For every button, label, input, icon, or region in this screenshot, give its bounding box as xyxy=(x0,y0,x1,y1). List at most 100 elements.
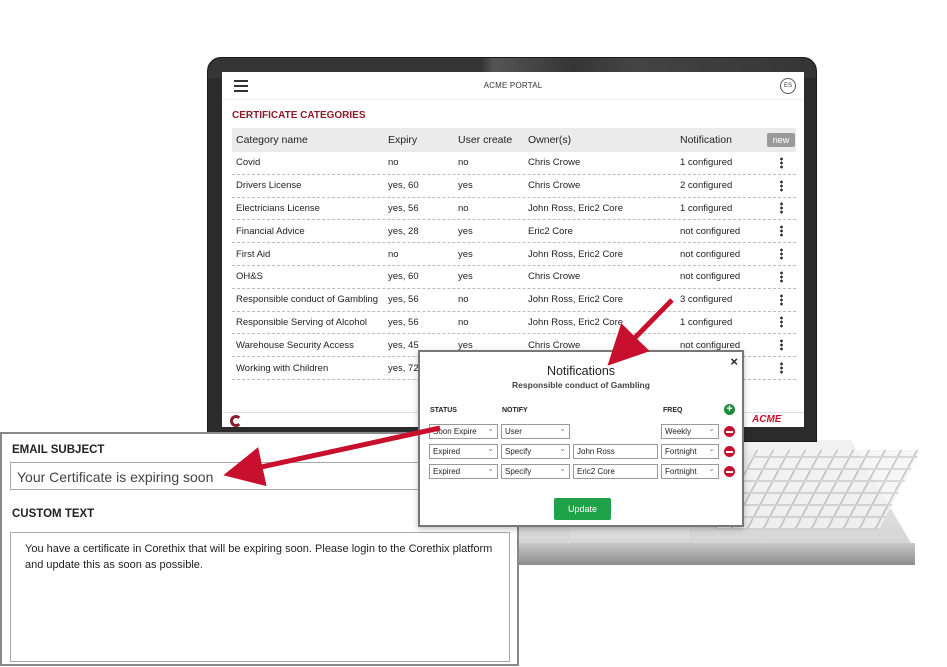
cell-category-name: Covid xyxy=(236,157,261,169)
cell-owners: John Ross, Eric2 Core xyxy=(528,202,624,214)
freq-select[interactable]: Weekly xyxy=(661,424,719,439)
cell-owners: Chris Crowe xyxy=(528,157,581,169)
table-row[interactable]: First Aid no yes John Ross, Eric2 Core not c… xyxy=(232,243,796,266)
person-input[interactable]: John Ross xyxy=(573,444,658,459)
header-status: STATUS xyxy=(430,407,457,414)
cell-notification: not configured xyxy=(680,248,741,260)
more-options-icon[interactable] xyxy=(779,270,783,283)
add-notification-icon[interactable]: + xyxy=(724,404,735,415)
freq-select[interactable]: Fortnight xyxy=(661,444,719,459)
cell-category-name: Electricians License xyxy=(236,202,320,214)
cell-category-name: Warehouse Security Access xyxy=(236,339,354,351)
more-options-icon[interactable] xyxy=(779,225,783,238)
notify-select[interactable]: User xyxy=(501,424,570,439)
cell-user-create: no xyxy=(458,202,469,214)
more-options-icon[interactable] xyxy=(779,316,783,329)
cell-category-name: OH&S xyxy=(236,271,263,283)
more-options-icon[interactable] xyxy=(779,156,783,169)
custom-text-textarea[interactable]: You have a certificate in Corethix that … xyxy=(10,532,510,662)
cell-user-create: no xyxy=(458,316,469,328)
composite-illustration: ACME PORTAL ES CERTIFICATE CATEGORIES Ca… xyxy=(0,0,947,667)
remove-notification-icon[interactable] xyxy=(724,466,735,477)
more-options-icon[interactable] xyxy=(779,248,783,261)
cell-owners: John Ross, Eric2 Core xyxy=(528,248,624,260)
notify-select[interactable]: Specify xyxy=(501,444,570,459)
cell-owners: Chris Crowe xyxy=(528,271,581,283)
remove-notification-icon[interactable] xyxy=(724,446,735,457)
cell-notification: 1 configured xyxy=(680,316,733,328)
header-freq: FREQ xyxy=(663,407,683,414)
cell-expiry: yes, 56 xyxy=(388,316,419,328)
person-input[interactable]: Eric2 Core xyxy=(573,464,658,479)
status-select[interactable]: Expired xyxy=(429,444,498,459)
header-notify: NOTIFY xyxy=(502,407,528,414)
header-notification[interactable]: Notification xyxy=(676,134,766,146)
cell-category-name: Working with Children xyxy=(236,362,329,374)
table-row[interactable]: Responsible Serving of Alcohol yes, 56 no J… xyxy=(232,312,796,335)
cell-user-create: yes xyxy=(458,248,473,260)
cell-expiry: no xyxy=(388,248,399,260)
cell-notification: 2 configured xyxy=(680,180,733,192)
cell-expiry: yes, 56 xyxy=(388,294,419,306)
user-avatar[interactable]: ES xyxy=(780,78,796,94)
cell-notification: not configured xyxy=(680,225,741,237)
cell-user-create: no xyxy=(458,157,469,169)
cell-user-create: yes xyxy=(458,225,473,237)
table-row[interactable]: Electricians License yes, 56 no John Ross, … xyxy=(232,198,796,221)
table-row[interactable]: Responsible conduct of Gambling yes, 56 no… xyxy=(232,289,796,312)
cell-category-name: Drivers License xyxy=(236,180,302,192)
notifications-dialog: × Notifications Responsible conduct of G… xyxy=(418,350,744,527)
cell-category-name: Financial Advice xyxy=(236,225,305,237)
more-options-icon[interactable] xyxy=(779,202,783,215)
corethix-logo-icon xyxy=(230,415,242,427)
update-button[interactable]: Update xyxy=(554,498,611,520)
cell-category-name: Responsible Serving of Alcohol xyxy=(236,316,367,328)
cell-category-name: First Aid xyxy=(236,248,271,260)
more-options-icon[interactable] xyxy=(779,293,783,306)
new-category-button[interactable]: new xyxy=(766,133,796,147)
header-owners[interactable]: Owner(s) xyxy=(524,134,676,146)
table-header: Category name Expiry User create Owner(s… xyxy=(232,128,796,152)
freq-select[interactable]: Fortnight xyxy=(661,464,719,479)
cell-owners: Eric2 Core xyxy=(528,225,573,237)
header-category-name[interactable]: Category name xyxy=(232,134,384,146)
table-body: Covid no no Chris Crowe 1 configured Drivers … xyxy=(232,152,796,380)
more-options-icon[interactable] xyxy=(779,179,783,192)
table-row[interactable]: OH&S yes, 60 yes Chris Crowe not configured xyxy=(232,266,796,289)
cell-notification: 1 configured xyxy=(680,157,733,169)
more-options-icon[interactable] xyxy=(779,362,783,375)
cell-owners: John Ross, Eric2 Core xyxy=(528,294,624,306)
dialog-title: Notifications xyxy=(546,364,616,378)
categories-table: Category name Expiry User create Owner(s… xyxy=(232,128,796,380)
dialog-subtitle: Responsible conduct of Gambling xyxy=(512,380,650,390)
cell-expiry: yes, 56 xyxy=(388,202,419,214)
notify-select[interactable]: Specify xyxy=(501,464,570,479)
cell-notification: not configured xyxy=(680,271,741,283)
portal-topbar: ACME PORTAL ES xyxy=(222,72,804,100)
remove-notification-icon[interactable] xyxy=(724,426,735,437)
cell-expiry: yes, 28 xyxy=(388,225,419,237)
cell-expiry: yes, 60 xyxy=(388,180,419,192)
cell-user-create: yes xyxy=(458,271,473,283)
more-options-icon[interactable] xyxy=(779,339,783,352)
header-user-create[interactable]: User create xyxy=(454,134,524,146)
cell-user-create: no xyxy=(458,294,469,306)
cell-notification: 1 configured xyxy=(680,202,733,214)
table-row[interactable]: Drivers License yes, 60 yes Chris Crowe 2 co… xyxy=(232,175,796,198)
table-row[interactable]: Financial Advice yes, 28 yes Eric2 Core not … xyxy=(232,220,796,244)
table-row[interactable]: Covid no no Chris Crowe 1 configured xyxy=(232,152,796,175)
cell-expiry: no xyxy=(388,157,399,169)
header-expiry[interactable]: Expiry xyxy=(384,134,454,146)
cell-owners: Chris Crowe xyxy=(528,180,581,192)
section-title: CERTIFICATE CATEGORIES xyxy=(232,110,366,121)
status-select[interactable]: Soon Expire xyxy=(429,424,498,439)
acme-logo: ACME xyxy=(752,414,782,425)
cell-notification: 3 configured xyxy=(680,294,733,306)
custom-text-label: CUSTOM TEXT xyxy=(12,508,95,520)
status-select[interactable]: Expired xyxy=(429,464,498,479)
cell-category-name: Responsible conduct of Gambling xyxy=(236,294,379,306)
cell-user-create: yes xyxy=(458,180,473,192)
cell-owners: John Ross, Eric2 Core xyxy=(528,316,624,328)
cell-expiry: yes, 60 xyxy=(388,271,419,283)
portal-title: ACME PORTAL xyxy=(483,81,543,90)
